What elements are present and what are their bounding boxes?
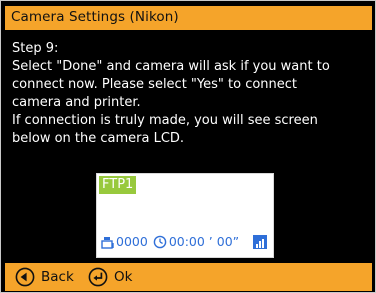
left-arrow-circle-icon [15, 267, 35, 287]
camera-lcd-preview: FTP1 0000 00:00 ’ 00” [96, 173, 274, 258]
instruction-line: Step 9: [12, 41, 59, 56]
instructions: Step 9: Select "Done" and camera will as… [12, 40, 372, 148]
clock-icon [153, 235, 167, 249]
ok-label: Ok [114, 269, 133, 285]
bottom-nav-bar: Back Ok [5, 263, 372, 291]
shot-counter-icon [101, 237, 114, 249]
return-arrow-circle-icon [88, 267, 108, 287]
instruction-line: Select "Done" and camera will ask if you… [12, 59, 330, 74]
instruction-line: below on the camera LCD. [12, 131, 185, 146]
app-window: Camera Settings (Nikon) Step 9: Select "… [0, 0, 376, 293]
back-label: Back [41, 269, 74, 285]
signal-bars-icon [253, 235, 267, 249]
page-title: Camera Settings (Nikon) [11, 9, 179, 25]
shot-count: 0000 [116, 234, 148, 249]
back-button[interactable]: Back [15, 267, 74, 287]
instruction-line: If connection is truly made, you will se… [12, 113, 318, 128]
ok-button[interactable]: Ok [88, 267, 132, 287]
lcd-status-row: 0000 00:00 ’ 00” [101, 234, 239, 250]
instruction-line: camera and printer. [12, 95, 141, 110]
ftp-profile-tag: FTP1 [99, 176, 137, 194]
instruction-line: connect now. Please select "Yes" to conn… [12, 77, 298, 92]
timer: 00:00 ’ 00” [168, 234, 240, 249]
title-bar: Camera Settings (Nikon) [5, 6, 372, 30]
